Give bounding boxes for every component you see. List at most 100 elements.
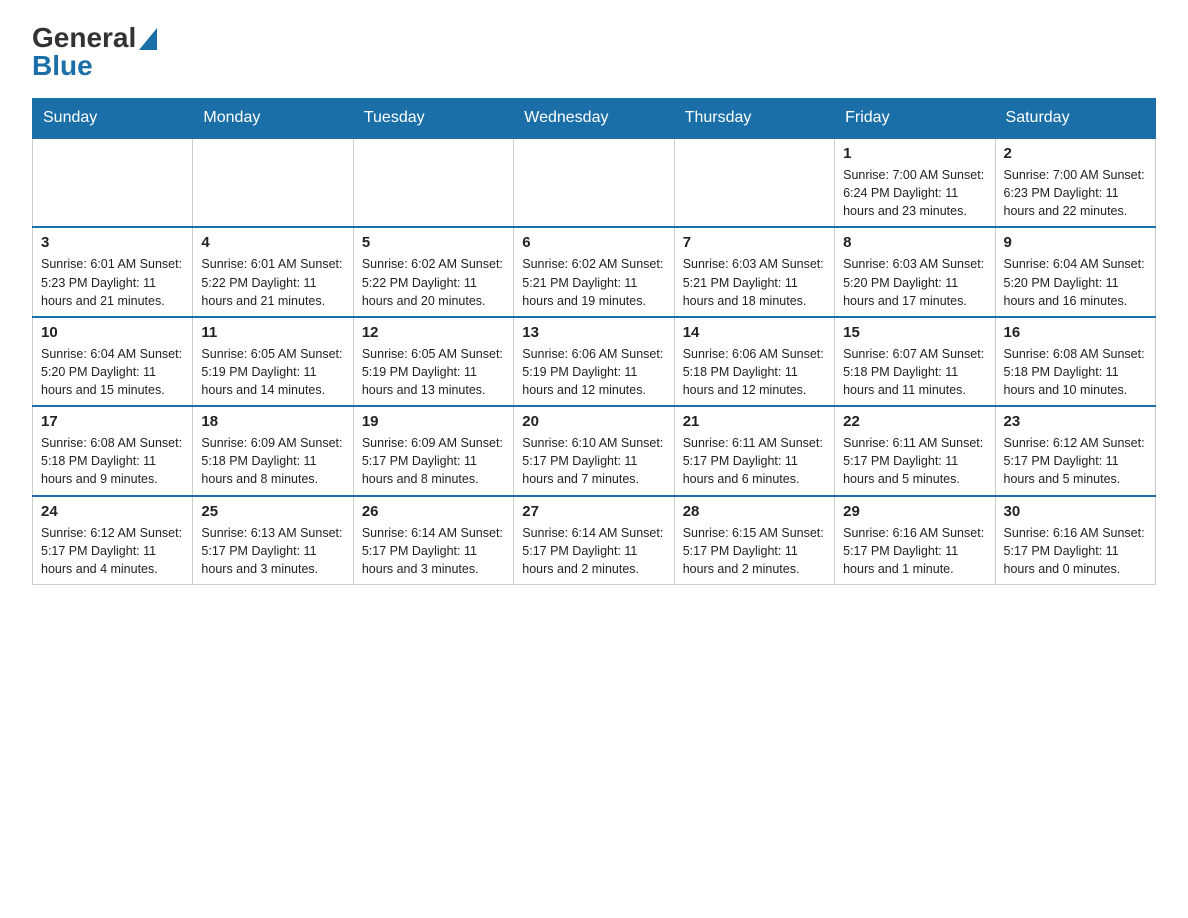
day-number: 13 (522, 324, 665, 341)
calendar-cell: 22 Sunrise: 6:11 AM Sunset: 5:17 PM Dayli… (835, 406, 995, 495)
day-number: 1 (843, 145, 986, 162)
day-info: Sunrise: 6:03 AM Sunset: 5:20 PM Dayligh… (843, 255, 986, 309)
day-number: 26 (362, 503, 505, 520)
day-number: 27 (522, 503, 665, 520)
day-info: Sunrise: 6:14 AM Sunset: 5:17 PM Dayligh… (522, 524, 665, 578)
calendar-cell: 11 Sunrise: 6:05 AM Sunset: 5:19 PM Dayli… (193, 317, 353, 406)
calendar-header-row: SundayMondayTuesdayWednesdayThursdayFrid… (33, 99, 1156, 139)
calendar-cell: 19 Sunrise: 6:09 AM Sunset: 5:17 PM Dayli… (353, 406, 513, 495)
calendar-cell (193, 138, 353, 227)
calendar-cell: 5Sunrise: 6:02 AM Sunset: 5:22 PM Daylig… (353, 227, 513, 316)
calendar-cell: 28 Sunrise: 6:15 AM Sunset: 5:17 PM Dayli… (674, 496, 834, 585)
day-number: 19 (362, 413, 505, 430)
day-number: 7 (683, 234, 826, 251)
calendar-cell: 27 Sunrise: 6:14 AM Sunset: 5:17 PM Dayli… (514, 496, 674, 585)
logo: General Blue (32, 24, 157, 80)
day-info: Sunrise: 7:00 AM Sunset: 6:24 PM Dayligh… (843, 166, 986, 220)
day-number: 24 (41, 503, 184, 520)
day-info: Sunrise: 6:12 AM Sunset: 5:17 PM Dayligh… (41, 524, 184, 578)
day-info: Sunrise: 6:16 AM Sunset: 5:17 PM Dayligh… (843, 524, 986, 578)
calendar-cell: 29 Sunrise: 6:16 AM Sunset: 5:17 PM Dayli… (835, 496, 995, 585)
calendar-cell: 10 Sunrise: 6:04 AM Sunset: 5:20 PM Dayli… (33, 317, 193, 406)
calendar-cell: 13 Sunrise: 6:06 AM Sunset: 5:19 PM Dayli… (514, 317, 674, 406)
calendar-week-row: 24 Sunrise: 6:12 AM Sunset: 5:17 PM Dayli… (33, 496, 1156, 585)
calendar-cell: 17Sunrise: 6:08 AM Sunset: 5:18 PM Dayli… (33, 406, 193, 495)
day-info: Sunrise: 6:07 AM Sunset: 5:18 PM Dayligh… (843, 345, 986, 399)
calendar-cell: 1 Sunrise: 7:00 AM Sunset: 6:24 PM Daylig… (835, 138, 995, 227)
day-number: 28 (683, 503, 826, 520)
calendar-cell (514, 138, 674, 227)
day-info: Sunrise: 6:10 AM Sunset: 5:17 PM Dayligh… (522, 434, 665, 488)
day-number: 30 (1004, 503, 1147, 520)
day-info: Sunrise: 6:02 AM Sunset: 5:21 PM Dayligh… (522, 255, 665, 309)
calendar-cell: 12 Sunrise: 6:05 AM Sunset: 5:19 PM Dayli… (353, 317, 513, 406)
day-info: Sunrise: 6:11 AM Sunset: 5:17 PM Dayligh… (843, 434, 986, 488)
calendar-cell: 20 Sunrise: 6:10 AM Sunset: 5:17 PM Dayli… (514, 406, 674, 495)
calendar-header-friday: Friday (835, 99, 995, 139)
calendar-cell: 7 Sunrise: 6:03 AM Sunset: 5:21 PM Daylig… (674, 227, 834, 316)
logo-general-text: General (32, 24, 136, 52)
day-info: Sunrise: 6:09 AM Sunset: 5:17 PM Dayligh… (362, 434, 505, 488)
calendar-cell: 15 Sunrise: 6:07 AM Sunset: 5:18 PM Dayli… (835, 317, 995, 406)
calendar-cell: 23Sunrise: 6:12 AM Sunset: 5:17 PM Dayli… (995, 406, 1155, 495)
day-number: 29 (843, 503, 986, 520)
day-info: Sunrise: 6:05 AM Sunset: 5:19 PM Dayligh… (362, 345, 505, 399)
day-info: Sunrise: 6:11 AM Sunset: 5:17 PM Dayligh… (683, 434, 826, 488)
day-number: 25 (201, 503, 344, 520)
day-number: 14 (683, 324, 826, 341)
day-info: Sunrise: 6:04 AM Sunset: 5:20 PM Dayligh… (1004, 255, 1147, 309)
day-number: 12 (362, 324, 505, 341)
day-info: Sunrise: 6:13 AM Sunset: 5:17 PM Dayligh… (201, 524, 344, 578)
day-number: 3 (41, 234, 184, 251)
day-info: Sunrise: 6:03 AM Sunset: 5:21 PM Dayligh… (683, 255, 826, 309)
day-number: 22 (843, 413, 986, 430)
calendar-cell: 16Sunrise: 6:08 AM Sunset: 5:18 PM Dayli… (995, 317, 1155, 406)
logo-arrow-icon (139, 28, 157, 50)
day-number: 2 (1004, 145, 1147, 162)
day-info: Sunrise: 6:06 AM Sunset: 5:19 PM Dayligh… (522, 345, 665, 399)
day-number: 8 (843, 234, 986, 251)
calendar-cell (33, 138, 193, 227)
calendar-cell: 4 Sunrise: 6:01 AM Sunset: 5:22 PM Daylig… (193, 227, 353, 316)
calendar-header-thursday: Thursday (674, 99, 834, 139)
calendar-cell: 2 Sunrise: 7:00 AM Sunset: 6:23 PM Daylig… (995, 138, 1155, 227)
calendar-week-row: 10 Sunrise: 6:04 AM Sunset: 5:20 PM Dayli… (33, 317, 1156, 406)
header: General Blue (32, 24, 1156, 80)
day-info: Sunrise: 6:04 AM Sunset: 5:20 PM Dayligh… (41, 345, 184, 399)
calendar-cell (353, 138, 513, 227)
calendar-cell: 8 Sunrise: 6:03 AM Sunset: 5:20 PM Daylig… (835, 227, 995, 316)
day-number: 9 (1004, 234, 1147, 251)
calendar-cell: 26 Sunrise: 6:14 AM Sunset: 5:17 PM Dayli… (353, 496, 513, 585)
day-number: 20 (522, 413, 665, 430)
day-info: Sunrise: 6:09 AM Sunset: 5:18 PM Dayligh… (201, 434, 344, 488)
calendar-header-saturday: Saturday (995, 99, 1155, 139)
day-info: Sunrise: 6:06 AM Sunset: 5:18 PM Dayligh… (683, 345, 826, 399)
calendar-header-monday: Monday (193, 99, 353, 139)
day-info: Sunrise: 6:05 AM Sunset: 5:19 PM Dayligh… (201, 345, 344, 399)
calendar-cell: 25 Sunrise: 6:13 AM Sunset: 5:17 PM Dayli… (193, 496, 353, 585)
day-info: Sunrise: 6:12 AM Sunset: 5:17 PM Dayligh… (1004, 434, 1147, 488)
calendar-cell: 18Sunrise: 6:09 AM Sunset: 5:18 PM Dayli… (193, 406, 353, 495)
calendar-cell (674, 138, 834, 227)
calendar-table: SundayMondayTuesdayWednesdayThursdayFrid… (32, 98, 1156, 585)
day-info: Sunrise: 7:00 AM Sunset: 6:23 PM Dayligh… (1004, 166, 1147, 220)
day-info: Sunrise: 6:08 AM Sunset: 5:18 PM Dayligh… (1004, 345, 1147, 399)
day-info: Sunrise: 6:15 AM Sunset: 5:17 PM Dayligh… (683, 524, 826, 578)
calendar-cell: 6Sunrise: 6:02 AM Sunset: 5:21 PM Daylig… (514, 227, 674, 316)
day-info: Sunrise: 6:01 AM Sunset: 5:23 PM Dayligh… (41, 255, 184, 309)
calendar-cell: 9 Sunrise: 6:04 AM Sunset: 5:20 PM Daylig… (995, 227, 1155, 316)
day-number: 15 (843, 324, 986, 341)
day-info: Sunrise: 6:14 AM Sunset: 5:17 PM Dayligh… (362, 524, 505, 578)
logo-blue-text: Blue (32, 52, 93, 80)
day-number: 17 (41, 413, 184, 430)
calendar-cell: 3 Sunrise: 6:01 AM Sunset: 5:23 PM Daylig… (33, 227, 193, 316)
calendar-cell: 24 Sunrise: 6:12 AM Sunset: 5:17 PM Dayli… (33, 496, 193, 585)
day-number: 11 (201, 324, 344, 341)
calendar-cell: 14 Sunrise: 6:06 AM Sunset: 5:18 PM Dayli… (674, 317, 834, 406)
calendar-header-sunday: Sunday (33, 99, 193, 139)
day-info: Sunrise: 6:01 AM Sunset: 5:22 PM Dayligh… (201, 255, 344, 309)
day-number: 4 (201, 234, 344, 251)
day-info: Sunrise: 6:16 AM Sunset: 5:17 PM Dayligh… (1004, 524, 1147, 578)
day-number: 5 (362, 234, 505, 251)
day-number: 10 (41, 324, 184, 341)
